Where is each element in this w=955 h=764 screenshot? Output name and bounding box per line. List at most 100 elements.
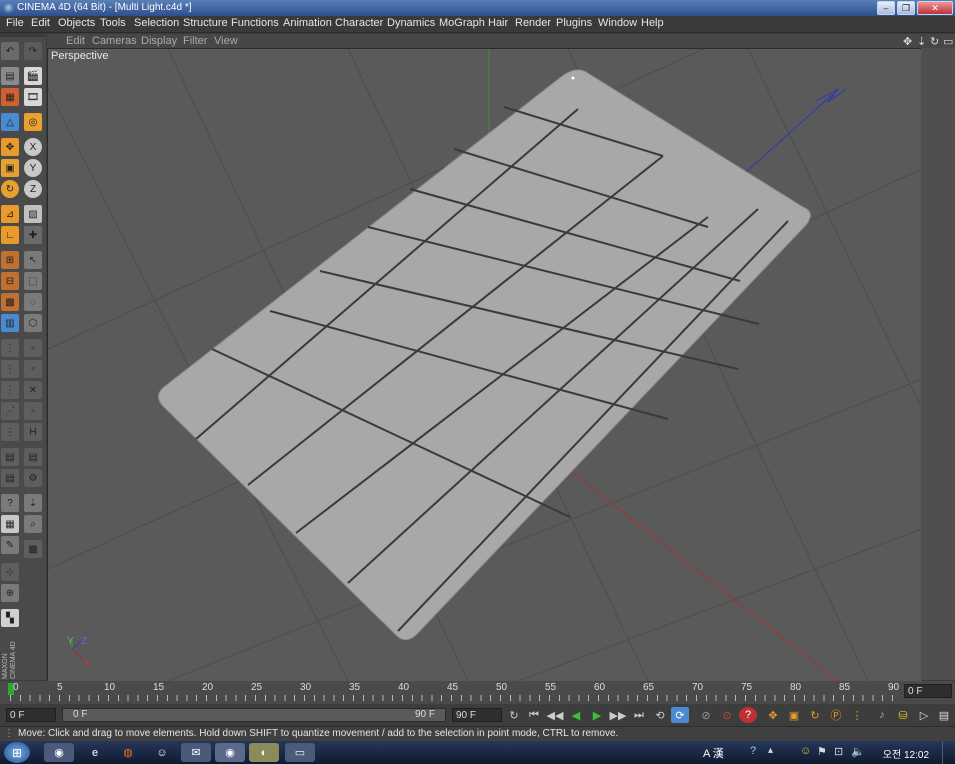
live-selection-icon[interactable]: ◎ (24, 113, 42, 131)
plane-object[interactable] (158, 69, 811, 641)
move-tool-icon[interactable]: ✥ (1, 138, 19, 156)
menu-tools[interactable]: Tools (100, 17, 126, 29)
make-editable-icon[interactable]: ▧ (24, 205, 42, 223)
start-button[interactable]: ⊞ (4, 742, 30, 763)
go-to-end-icon[interactable]: ⏭ (630, 707, 648, 723)
volume-tray-icon[interactable]: 🔈 (851, 745, 865, 758)
menu-file[interactable]: File (6, 17, 24, 29)
help-tray-icon[interactable]: ? (750, 745, 756, 757)
x-axis-lock-icon[interactable]: X (24, 138, 42, 156)
cinema4d-taskbar-icon[interactable]: ◉ (215, 743, 245, 762)
key-position-icon[interactable]: ✥ (764, 707, 782, 723)
grid-tool-5-icon[interactable]: ⋮ (1, 381, 19, 399)
next-key-icon[interactable]: ▶▶ (609, 707, 627, 723)
redo-icon[interactable]: ↷ (24, 42, 42, 60)
timeline-ruler[interactable]: 0 5 10 15 20 25 30 35 40 45 50 55 60 65 … (0, 681, 955, 704)
magnet-icon[interactable]: ⇣ (24, 494, 42, 512)
show-desktop-button[interactable] (942, 741, 955, 764)
viewport-menu-cameras[interactable]: Cameras (92, 35, 137, 47)
start-frame-field[interactable]: 0 F (6, 708, 56, 722)
texture-axis-icon[interactable]: ✚ (24, 226, 42, 244)
previous-key-icon[interactable]: ◀◀ (546, 707, 564, 723)
minimize-button[interactable]: – (877, 1, 895, 15)
grid-tool-1-icon[interactable]: ⋮ (1, 339, 19, 357)
clapper-icon[interactable]: 🎬 (24, 67, 42, 85)
checkerboard-icon[interactable]: ▚ (1, 609, 19, 627)
undo-icon[interactable]: ↶ (1, 42, 19, 60)
uvw-mode-icon[interactable]: ▥ (1, 314, 19, 332)
end-frame-field[interactable]: 90 F (452, 708, 502, 722)
loop-icon[interactable]: ⟲ (651, 707, 669, 723)
app-taskbar-icon[interactable]: ◐ (249, 743, 279, 762)
messenger-tray-icon[interactable]: ☺ (800, 745, 811, 757)
current-frame-field[interactable]: 0 F (904, 684, 952, 698)
internet-explorer-taskbar-icon[interactable]: e (80, 743, 110, 762)
key-rotation-icon[interactable]: ↻ (806, 707, 824, 723)
close-button[interactable]: ✕ (917, 1, 953, 15)
viewport-menu-filter[interactable]: Filter (183, 35, 207, 47)
menu-dynamics[interactable]: Dynamics (387, 17, 435, 29)
zoom-icon[interactable]: ⌕ (24, 515, 42, 533)
key-param-icon[interactable]: Ⓟ (827, 707, 845, 723)
menu-window[interactable]: Window (598, 17, 637, 29)
chat-taskbar-icon[interactable]: ✉ (181, 743, 211, 762)
firefox-taskbar-icon[interactable]: ◍ (113, 743, 143, 762)
motion-path-icon[interactable]: ⛁ (894, 707, 912, 723)
explorer-taskbar-icon[interactable]: ▭ (285, 743, 315, 762)
points-mode-icon[interactable]: ⊞ (1, 251, 19, 269)
lasso-select-icon[interactable]: ◌ (24, 293, 42, 311)
scale-tool-icon[interactable]: ▣ (1, 159, 19, 177)
record-active-icon[interactable]: ⊙ (718, 707, 736, 723)
coordinate-system-icon[interactable]: ⊿ (1, 205, 19, 223)
menu-functions[interactable]: Functions (231, 17, 279, 29)
grid-tool-4-icon[interactable]: ▫ (24, 360, 42, 378)
taskbar-clock[interactable]: 오전 12:02 (883, 746, 929, 761)
layout-4-icon[interactable]: ⚙ (24, 469, 42, 487)
object-axis-icon[interactable]: △ (1, 113, 19, 131)
grid-tool-6-icon[interactable]: ✕ (24, 381, 42, 399)
menu-selection[interactable]: Selection (134, 17, 179, 29)
help-tool-icon[interactable]: ? (1, 494, 19, 512)
rectangle-select-icon[interactable]: ⬚ (24, 272, 42, 290)
tray-expand-icon[interactable]: ▴ (768, 745, 773, 756)
y-axis-lock-icon[interactable]: Y (24, 159, 42, 177)
menu-structure[interactable]: Structure (183, 17, 228, 29)
grid-tool-7-icon[interactable]: ⋰ (1, 402, 19, 420)
frame-range-slider[interactable]: 0 F 90 F (62, 708, 446, 722)
language-bar[interactable]: A 漢 (703, 745, 724, 761)
render-view-icon[interactable]: ▦ (1, 88, 19, 106)
menu-animation[interactable]: Animation (283, 17, 332, 29)
brush-icon[interactable]: ✎ (1, 536, 19, 554)
sound-icon[interactable]: ♪ (873, 707, 891, 723)
layout-3-icon[interactable]: ▤ (1, 469, 19, 487)
maximize-button[interactable]: ❐ (897, 1, 915, 15)
magnify-plus-icon[interactable]: ⊕ (1, 584, 19, 602)
viewport-menu-edit[interactable]: Edit (66, 35, 85, 47)
autokey-icon[interactable]: ? (739, 707, 757, 723)
menu-character[interactable]: Character (335, 17, 383, 29)
layout-1-icon[interactable]: ▤ (1, 448, 19, 466)
grid-tool-9-icon[interactable]: ⋮ (1, 423, 19, 441)
layout-2-icon[interactable]: ▤ (24, 448, 42, 466)
flag-tray-icon[interactable]: ⚑ (817, 745, 827, 758)
menu-objects[interactable]: Objects (58, 17, 95, 29)
rotate-tool-icon[interactable]: ↻ (1, 180, 19, 198)
snap-icon[interactable]: ⊹ (1, 563, 19, 581)
viewport-maximize-icon[interactable]: ▭ (943, 35, 953, 48)
menu-edit[interactable]: Edit (31, 17, 50, 29)
checker-icon[interactable]: ▩ (24, 540, 42, 558)
render-settings-icon[interactable]: 🎞 (24, 88, 42, 106)
repeat-icon[interactable]: ⟳ (671, 707, 689, 723)
play-forward-icon[interactable]: ▶ (588, 707, 606, 723)
layout-icon[interactable]: ▤ (935, 707, 953, 723)
grid-tool-2-icon[interactable]: ▫ (24, 339, 42, 357)
grid-tool-8-icon[interactable]: ▫ (24, 402, 42, 420)
perspective-viewport[interactable]: Perspective Y Z X (47, 48, 923, 682)
polygons-mode-icon[interactable]: ▩ (1, 293, 19, 311)
viewport-zoom-icon[interactable]: ⇣ (917, 35, 926, 48)
menu-mograph[interactable]: MoGraph (439, 17, 485, 29)
select-arrow-icon[interactable]: ↖ (24, 251, 42, 269)
record-keys-icon[interactable]: ⊘ (697, 707, 715, 723)
messenger-taskbar-icon[interactable]: ☺ (147, 743, 177, 762)
viewport-menu-view[interactable]: View (214, 35, 238, 47)
